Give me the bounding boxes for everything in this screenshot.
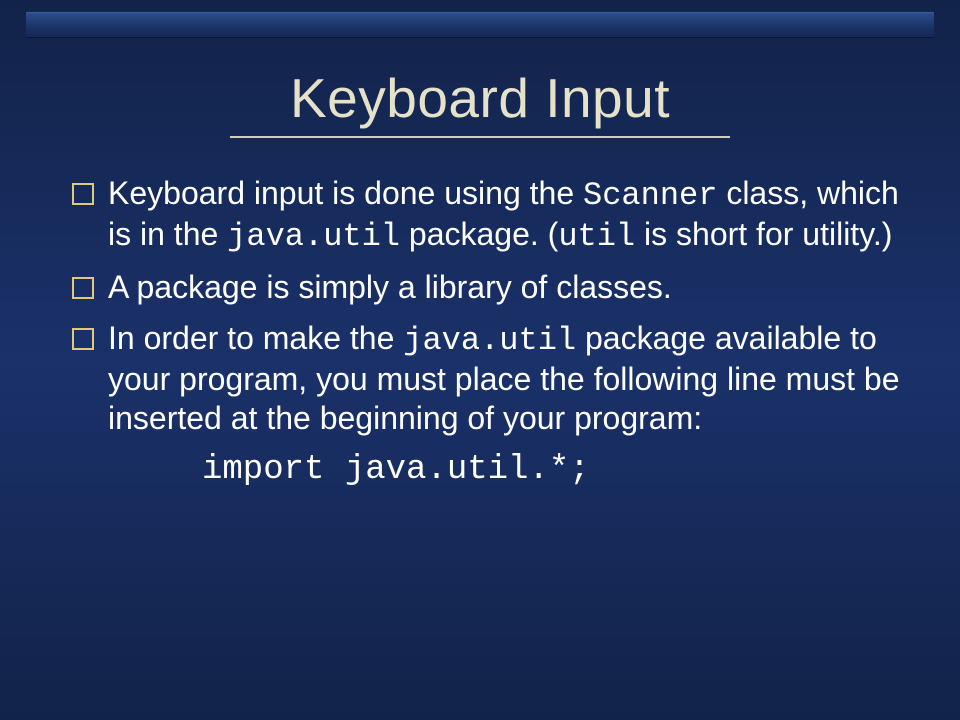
bullet-text: A package is simply a library of classes… <box>108 269 672 305</box>
slide: Keyboard Input Keyboard input is done us… <box>0 0 960 720</box>
code-segment: java.util <box>227 218 400 255</box>
bullet-text: In order to make the java.util package a… <box>108 320 900 436</box>
top-bar-container <box>0 0 960 38</box>
bullet-text: Keyboard input is done using the Scanner… <box>108 175 899 252</box>
title-container: Keyboard Input <box>0 38 960 156</box>
text-segment: is short for utility.) <box>635 216 892 252</box>
title-underline <box>230 136 730 138</box>
text-segment: Keyboard input is done using the <box>108 175 583 211</box>
slide-body: Keyboard input is done using the Scanner… <box>0 156 960 492</box>
bullet-box-icon <box>72 277 94 299</box>
text-segment: In order to make the <box>108 320 403 356</box>
slide-title: Keyboard Input <box>290 66 670 130</box>
code-segment: Scanner <box>583 177 717 214</box>
bullet-item: A package is simply a library of classes… <box>72 268 900 307</box>
bullet-box-icon <box>72 183 94 205</box>
import-code-line: import java.util.*; <box>72 450 900 491</box>
bullet-box-icon <box>72 328 94 350</box>
code-segment: java.util <box>403 322 576 359</box>
code-segment: util <box>558 218 635 255</box>
bullet-item: In order to make the java.util package a… <box>72 319 900 438</box>
bullet-item: Keyboard input is done using the Scanner… <box>72 174 900 256</box>
text-segment: package. ( <box>400 216 558 252</box>
decorative-top-bar <box>26 12 934 38</box>
